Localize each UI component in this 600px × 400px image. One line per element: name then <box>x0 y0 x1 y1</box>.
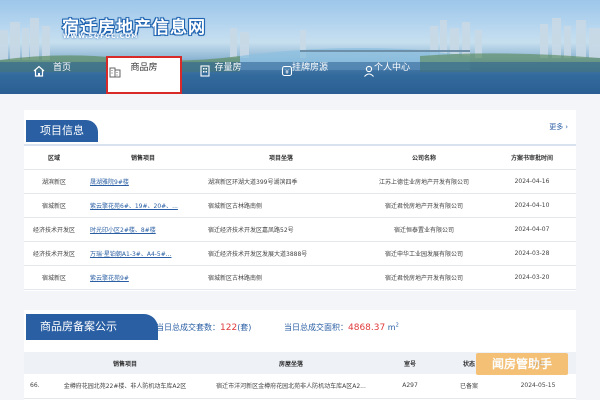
cell-project-link[interactable]: 万瑞·星铂朝A1-3#、A4-5#... <box>84 241 202 266</box>
cell-unit-location: 宿迁市洋河新区金樽府花园北苑非人防机动车库A区A2... <box>200 374 382 399</box>
cell-project-link[interactable]: 紫云擎花苑6#、19#、20#、... <box>84 193 202 218</box>
nav-item-listings[interactable]: ¥ 挂牌房源 <box>280 58 340 94</box>
cell-status: 已备案 <box>438 374 500 399</box>
table-row: 66. 金樽府花园北苑22#楼、非人防机动车库A2区 宿迁市洋河新区金樽府花园北… <box>24 374 576 399</box>
daily-area-unit: m <box>387 323 396 332</box>
cell-project-link[interactable]: 时光印小区2#楼、8#楼 <box>84 217 202 242</box>
cell-district: 宿城新区 <box>24 193 84 218</box>
nav-label-home: 首页 <box>52 63 71 73</box>
column-header: 房屋坐落 <box>200 352 382 374</box>
cell-district: 宿城新区 <box>24 265 84 290</box>
cell-project-link[interactable]: 晟湖雅院9#楼 <box>84 169 202 194</box>
daily-area-value: 4868.37 <box>348 323 386 333</box>
cell-district: 湖滨新区 <box>24 169 84 194</box>
cell-district: 经济技术开发区 <box>24 217 84 242</box>
column-header: 项目坐落 <box>202 146 360 170</box>
main-navigation: 首页 商品房 存量房 ¥ 挂牌房源 个人中心 <box>0 56 600 94</box>
table-row: 经济技术开发区 万瑞·星铂朝A1-3#、A4-5#... 宿迁经济技术开发区发展… <box>24 241 576 266</box>
cell-company: 宿迁申华工业园发展有限公司 <box>360 241 488 266</box>
table-row: 宿城新区 紫云擎花苑6#、19#、20#、... 宿城新区古林路南侧 宿迁君悦房… <box>24 193 576 218</box>
table-row: 经济技术开发区 时光印小区2#楼、8#楼 宿迁经济技术开发区嘉凤路52号 宿迁恒… <box>24 217 576 242</box>
building-icon <box>109 67 121 78</box>
svg-text:¥: ¥ <box>285 69 289 76</box>
project-info-header: 项目信息 更多 › <box>24 110 576 146</box>
watermark-badge: 闻房管助手 <box>476 353 568 375</box>
cell-district: 经济技术开发区 <box>24 241 84 266</box>
cell-project-link[interactable]: 紫云擎花苑9# <box>84 265 202 290</box>
nav-label-commercial-housing: 商品房 <box>130 63 158 73</box>
nav-label-listings: 挂牌房源 <box>291 63 328 73</box>
sales-filing-header: 商品房备案公示 当日总成交套数：122(套) 当日总成交面积：4868.37 m… <box>24 310 576 340</box>
cell-room-number: A297 <box>382 374 438 399</box>
project-info-title: 项目信息 <box>26 120 98 142</box>
daily-units-label: 当日总成交套数： <box>156 323 220 332</box>
nav-item-commercial-housing[interactable]: 商品房 <box>106 56 182 94</box>
cell-location: 湖滨新区环湖大道399号湖滨四季 <box>202 169 360 194</box>
user-icon <box>364 65 374 77</box>
cell-approval-date: 2024-03-20 <box>488 265 576 290</box>
cell-location: 宿迁经济技术开发区嘉凤路52号 <box>202 217 360 242</box>
column-header: 销售项目 <box>84 146 202 170</box>
cell-approval-date: 2024-03-28 <box>488 241 576 266</box>
site-header-banner: 宿迁房地产信息网 WWW.SQFGC.COM 首页 商品房 存量房 ¥ 挂牌房源… <box>0 0 600 94</box>
more-label: 更多 <box>549 123 564 131</box>
cell-sales-project: 金樽府花园北苑22#楼、非人防机动车库A2区 <box>50 374 200 399</box>
project-info-panel: 项目信息 更多 › 区域 销售项目 项目坐落 公司名称 方案书审批时间 湖滨新区… <box>24 110 576 291</box>
cell-approval-date: 2024-04-16 <box>488 169 576 194</box>
cell-company: 宿迁君悦房地产开发有限公司 <box>360 193 488 218</box>
daily-area-unit-exponent: 2 <box>395 322 399 329</box>
cell-company: 江苏上德佳业房地产开发有限公司 <box>360 169 488 194</box>
cell-date: 2024-05-15 <box>500 374 576 399</box>
listing-tag-icon: ¥ <box>281 65 293 77</box>
nav-item-existing-housing[interactable]: 存量房 <box>198 58 258 94</box>
nav-item-personal-center[interactable]: 个人中心 <box>362 58 422 94</box>
column-header: 销售项目 <box>50 352 200 374</box>
sales-filing-title: 商品房备案公示 <box>26 314 158 340</box>
cell-location: 宿城新区古林路南侧 <box>202 265 360 290</box>
column-header: 方案书审批时间 <box>488 146 576 170</box>
daily-area-stat: 当日总成交面积：4868.37 m2 <box>284 322 399 333</box>
site-url-text: WWW.SQFGC.COM <box>63 33 139 40</box>
daily-units-value: 122 <box>220 323 238 333</box>
cell-index: 66. <box>24 374 50 399</box>
daily-units-unit: (套) <box>237 323 252 332</box>
table-row: 湖滨新区 晟湖雅院9#楼 湖滨新区环湖大道399号湖滨四季 江苏上德佳业房地产开… <box>24 169 576 194</box>
table-row: 宿城新区 紫云擎花苑9# 宿城新区古林路南侧 宿迁君悦房地产开发有限公司 202… <box>24 265 576 290</box>
cell-location: 宿迁经济技术开发区发展大道3888号 <box>202 241 360 266</box>
project-info-table: 区域 销售项目 项目坐落 公司名称 方案书审批时间 湖滨新区 晟湖雅院9#楼 湖… <box>24 146 576 290</box>
nav-label-existing-housing: 存量房 <box>214 63 242 73</box>
apartment-icon <box>200 65 210 77</box>
cell-location: 宿城新区古林路南侧 <box>202 193 360 218</box>
table-header-row: 区域 销售项目 项目坐落 公司名称 方案书审批时间 <box>24 146 576 170</box>
cell-company: 宿迁君悦房地产开发有限公司 <box>360 265 488 290</box>
daily-units-stat: 当日总成交套数：122(套) <box>156 322 251 333</box>
chevron-right-icon: › <box>565 123 568 131</box>
home-icon <box>33 65 45 77</box>
cell-approval-date: 2024-04-10 <box>488 193 576 218</box>
cell-approval-date: 2024-04-07 <box>488 217 576 242</box>
column-header: 公司名称 <box>360 146 488 170</box>
column-header <box>24 352 50 374</box>
column-header: 室号 <box>382 352 438 374</box>
daily-area-label: 当日总成交面积： <box>284 323 348 332</box>
nav-label-personal-center: 个人中心 <box>373 63 410 73</box>
cell-company: 宿迁恒泰置业有限公司 <box>360 217 488 242</box>
more-link[interactable]: 更多 › <box>549 122 568 132</box>
column-header: 区域 <box>24 146 84 170</box>
nav-item-home[interactable]: 首页 <box>32 58 92 94</box>
